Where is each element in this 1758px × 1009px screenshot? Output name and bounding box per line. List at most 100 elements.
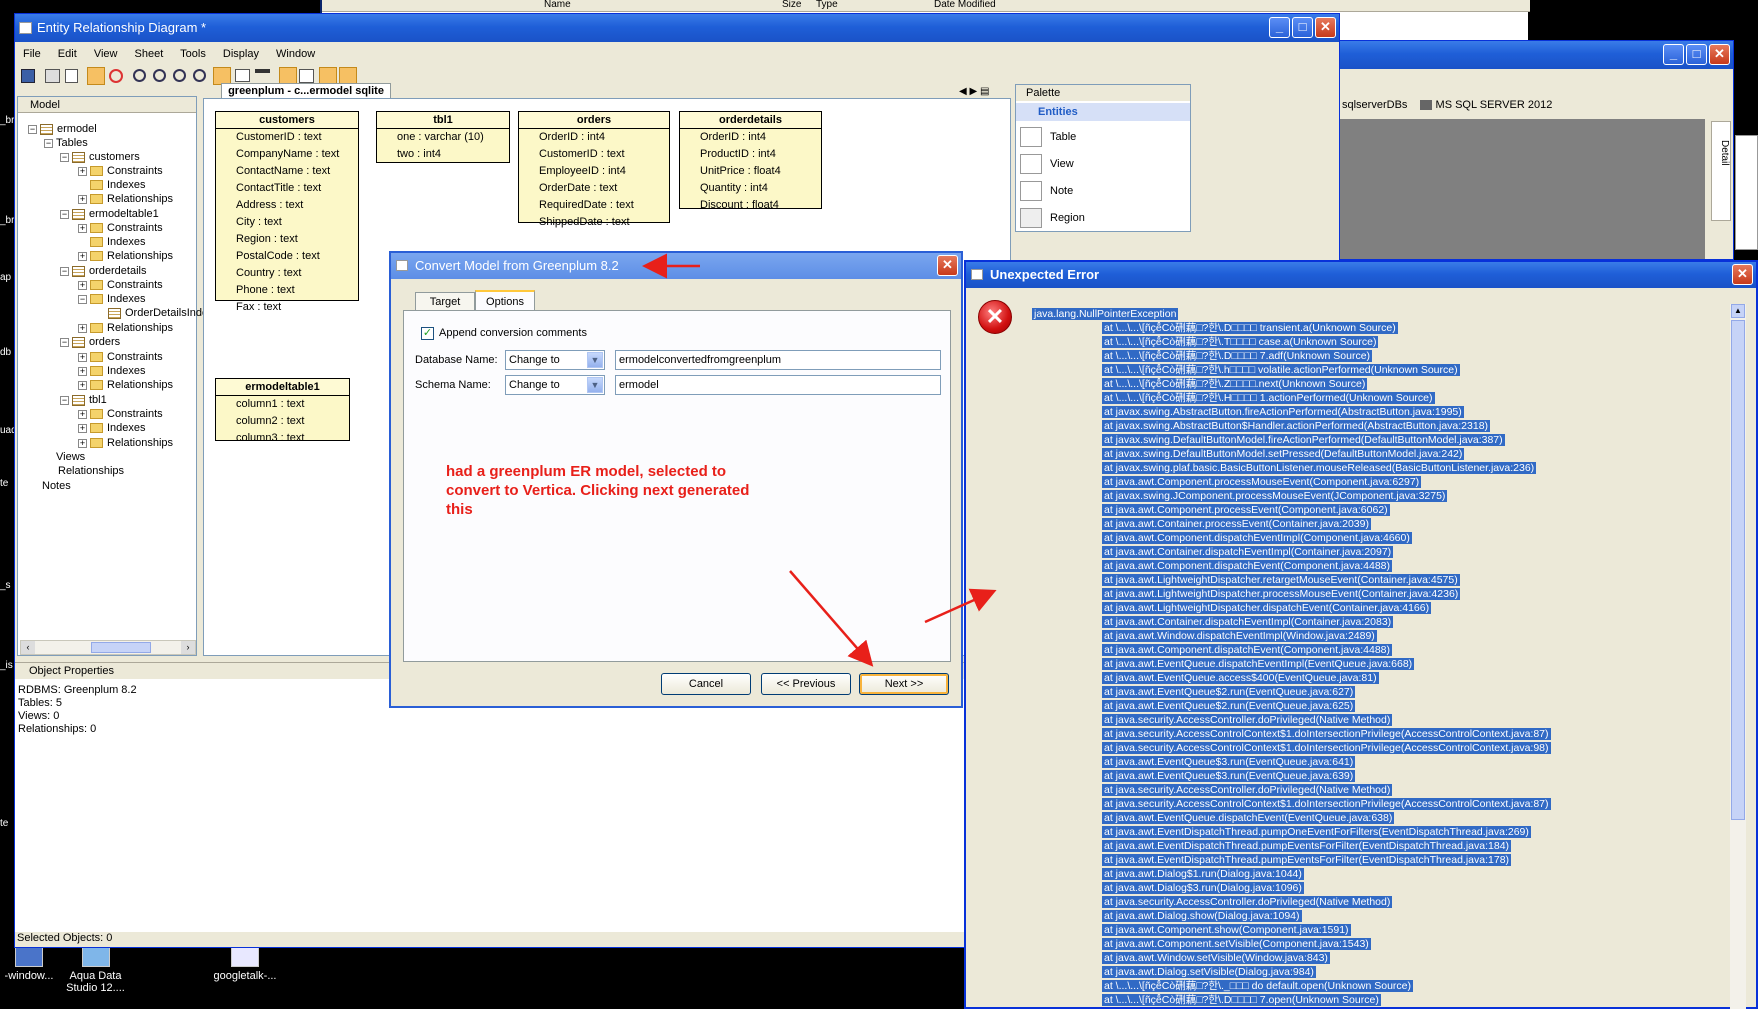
entity-customers[interactable]: customers CustomerID : text CompanyName :… [215,111,359,313]
palette-item-note[interactable]: Note [1020,179,1073,203]
palette-item-region[interactable]: Region [1020,206,1085,230]
entity-tbl1[interactable]: tbl1 one : varchar (10) two : int4 [376,111,510,163]
note-tool-icon[interactable] [235,69,250,82]
erd-minimize-button[interactable]: _ [1269,17,1290,38]
erd-close-button[interactable]: ✕ [1315,17,1336,38]
zoom-out-icon[interactable] [173,69,186,82]
next-button[interactable]: Next >> [859,673,949,695]
menu-sheet[interactable]: Sheet [135,48,164,60]
erd-maximize-button[interactable]: □ [1292,17,1313,38]
entity-field[interactable]: column1 : text [216,396,349,413]
entity-field[interactable]: PostalCode : text [216,248,358,265]
bg-item-mssql[interactable]: MS SQL SERVER 2012 [1436,99,1553,111]
entity-field[interactable]: ContactName : text [216,163,358,180]
entity-field[interactable]: OrderID : int4 [680,129,821,146]
database-name-input[interactable]: ermodelconvertedfromgreenplum [615,350,941,370]
tab-options[interactable]: Options [475,290,535,310]
previous-button[interactable]: << Previous [761,673,851,695]
desktop-icon-googletalk[interactable]: googletalk-... [205,945,285,982]
schema-mode-select[interactable]: Change to ▼ [505,375,605,395]
menu-file[interactable]: File [23,48,41,60]
entity-field[interactable]: Phone : text [216,282,358,299]
tree-relationships-root[interactable]: Relationships [58,463,124,479]
error-dialog-title-bar[interactable]: Unexpected Error [966,262,1756,288]
tab-target[interactable]: Target [415,292,475,310]
entity-field[interactable]: CustomerID : text [216,129,358,146]
select-tool-icon[interactable] [87,67,105,85]
col-name[interactable]: Name [544,0,571,10]
zoom-in-icon[interactable] [133,69,146,82]
entity-field[interactable]: Quantity : int4 [680,180,821,197]
error-vscrollbar[interactable]: ▲ [1730,304,1746,1009]
entity-field[interactable]: ContactTitle : text [216,180,358,197]
zoom-fit-icon[interactable] [193,69,206,82]
menu-edit[interactable]: Edit [58,48,77,60]
entity-ermodeltable1[interactable]: ermodeltable1 column1 : text column2 : te… [215,378,350,444]
save-icon[interactable] [21,69,35,83]
col-type[interactable]: Type [816,0,838,10]
detail-tab[interactable]: Detail [1711,121,1731,221]
entity-field[interactable]: ProductID : int4 [680,146,821,163]
entity-field[interactable]: two : int4 [377,146,509,163]
desktop-icon-aqua-data-studio[interactable]: Aqua Data Studio 12.... [58,945,133,994]
cancel-button[interactable]: Cancel [661,673,751,695]
menu-display[interactable]: Display [223,48,259,60]
entity-field[interactable]: EmployeeID : int4 [519,163,669,180]
line-tool-icon[interactable] [255,69,270,73]
entity-field[interactable]: OrderID : int4 [519,129,669,146]
palette-section-entities[interactable]: Entities [1016,103,1190,121]
null-icon[interactable] [299,69,314,83]
desktop-icon-window[interactable]: -window... [0,945,58,982]
menu-tools[interactable]: Tools [180,48,206,60]
entity-field[interactable]: RequiredDate : text [519,197,669,214]
entity-field[interactable]: one : varchar (10) [377,129,509,146]
entity-field[interactable]: Discount : float4 [680,197,821,214]
tree-notes[interactable]: Notes [42,478,71,494]
zoom-icon[interactable] [153,69,166,82]
entity-field[interactable]: column2 : text [216,413,349,430]
page-setup-icon[interactable] [65,69,78,83]
error-dialog-close-button[interactable]: ✕ [1732,264,1753,285]
entity-field[interactable]: CustomerID : text [519,146,669,163]
stop-icon[interactable] [109,69,123,83]
tree-table-orders[interactable]: − orders [60,334,120,350]
tree-index-item[interactable]: OrderDetailsInde [108,305,208,321]
entity-orderdetails[interactable]: orderdetails OrderID : int4 ProductID : i… [679,111,822,211]
entity-field[interactable]: Address : text [216,197,358,214]
menu-view[interactable]: View [94,48,118,60]
tree-relationships[interactable]: + Relationships [78,377,173,393]
bg-maximize-button[interactable]: □ [1686,44,1707,65]
database-mode-select[interactable]: Change to ▼ [505,350,605,370]
diagram-tab[interactable]: greenplum - c...ermodel sqlite [221,83,391,99]
tree-relationships[interactable]: + Relationships [78,248,173,264]
menu-window[interactable]: Window [276,48,315,60]
entity-field[interactable]: ShippedDate : text [519,214,669,231]
entity-field[interactable]: City : text [216,214,358,231]
tab-nav-icons[interactable]: ◀ ▶ ▤ [959,86,989,97]
entity-field[interactable]: column3 : text [216,430,349,447]
tree-indexes[interactable]: + Indexes [78,420,146,436]
append-comments-checkbox[interactable]: ✓ [421,327,434,340]
entity-field[interactable]: OrderDate : text [519,180,669,197]
convert-dialog-title-bar[interactable]: Convert Model from Greenplum 8.2 [391,253,961,279]
entity-field[interactable]: UnitPrice : float4 [680,163,821,180]
col-date[interactable]: Date Modified [934,0,996,10]
stack-trace[interactable]: java.lang.NullPointerException at \...\..… [1032,307,1732,1007]
entity-field[interactable]: Country : text [216,265,358,282]
palette-item-view[interactable]: View [1020,152,1074,176]
convert-dialog-close-button[interactable]: ✕ [937,255,958,276]
entity-field[interactable]: CompanyName : text [216,146,358,163]
bg-minimize-button[interactable]: _ [1663,44,1684,65]
entity-field[interactable]: Fax : text [216,299,358,316]
entity-field[interactable]: Region : text [216,231,358,248]
bg-close-button[interactable]: ✕ [1709,44,1730,65]
print-icon[interactable] [45,69,60,83]
entity-orders[interactable]: orders OrderID : int4 CustomerID : text Em… [518,111,670,228]
tree-relationships[interactable]: + Relationships [78,191,173,207]
bg-item-sqlserverdbs[interactable]: sqlserverDBs [1342,99,1407,111]
col-size[interactable]: Size [782,0,801,10]
erd-title-bar[interactable]: Entity Relationship Diagram * [15,14,1339,42]
tree-relationships[interactable]: + Relationships [78,435,173,451]
model-hscrollbar[interactable]: ‹ › [20,640,196,655]
append-comments-label[interactable]: Append conversion comments [439,327,587,339]
